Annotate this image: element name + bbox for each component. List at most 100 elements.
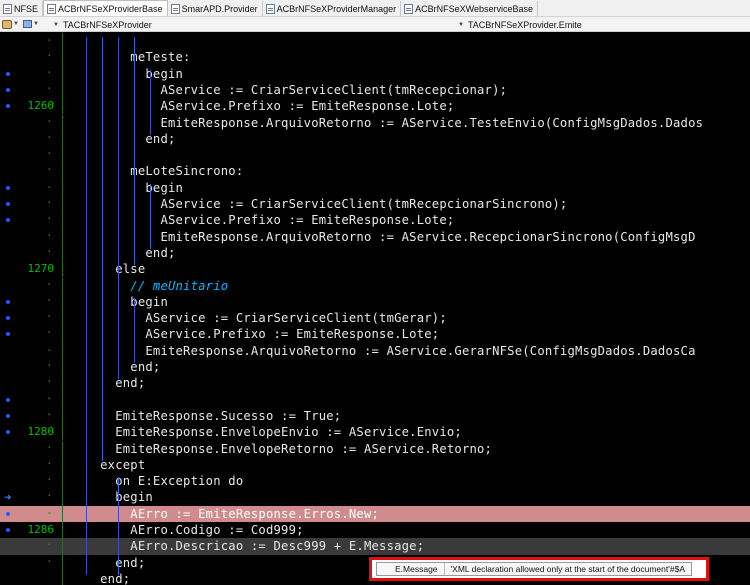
breakpoint-line-dot-icon[interactable] xyxy=(6,413,10,418)
code-text: EmiteResponse.ArquivoRetorno := AService… xyxy=(70,115,704,130)
line-marker: · xyxy=(46,440,53,454)
code-text: EmiteResponse.ArquivoRetorno := AService… xyxy=(70,343,696,358)
line-marker: · xyxy=(46,196,53,209)
code-editor[interactable]: - · meTeste: · begin · AService := CriarSer… xyxy=(0,33,750,585)
code-line[interactable]: · begin xyxy=(0,65,750,82)
code-line[interactable]: 1270 else xyxy=(0,261,750,278)
line-marker: · xyxy=(46,163,53,177)
code-line[interactable]: 1280 EmiteResponse.EnvelopeEnvio := ASer… xyxy=(0,424,750,441)
code-line[interactable]: · xyxy=(0,391,750,408)
code-text: meLoteSincrono: xyxy=(70,164,244,179)
line-marker: · xyxy=(46,277,53,291)
breakpoint-line-dot-icon[interactable] xyxy=(6,316,10,321)
editor-tab[interactable]: NFSE xyxy=(0,1,44,16)
code-line[interactable]: - xyxy=(0,33,750,50)
code-line[interactable]: · end; xyxy=(0,375,750,392)
line-marker: - xyxy=(46,179,53,193)
code-text: except xyxy=(70,457,146,472)
gutter-separator xyxy=(62,407,63,425)
code-line[interactable]: · EmiteResponse.ArquivoRetorno := AServi… xyxy=(0,114,750,131)
breakpoint-line-dot-icon[interactable] xyxy=(6,299,10,304)
code-line[interactable]: · AService := CriarServiceClient(tmRecep… xyxy=(0,81,750,99)
gutter-separator xyxy=(62,473,63,490)
block-structure-guide xyxy=(118,37,119,380)
chevron-down-icon: ▼ xyxy=(13,21,19,27)
editor-tab[interactable]: SmarAPD.Provider xyxy=(168,1,263,16)
editor-tab[interactable]: ACBrNFSeXWebserviceBase xyxy=(401,1,539,16)
code-line[interactable]: · meTeste: xyxy=(0,49,750,66)
code-line[interactable]: · EmiteResponse.EnvelopeRetorno := AServ… xyxy=(0,440,750,457)
code-line[interactable]: · end; xyxy=(0,359,750,376)
class-selector-label: TACBrNFSeXProvider xyxy=(62,19,152,30)
breakpoint-line-dot-icon[interactable] xyxy=(6,511,10,516)
line-marker: · xyxy=(46,212,53,226)
code-line[interactable]: · AErro.Descricao := Desc999 + E.Message… xyxy=(0,538,750,555)
code-line[interactable]: · EmiteResponse.Sucesso := True; xyxy=(0,407,750,425)
breakpoint-line-dot-icon[interactable] xyxy=(6,397,10,402)
line-number: 1286 xyxy=(27,523,55,536)
gutter-separator xyxy=(62,130,63,148)
debug-evaluation-tooltip: E.Message 'XML declaration allowed only … xyxy=(369,557,709,581)
history-icon xyxy=(2,19,12,29)
code-text: AErro := EmiteResponse.Erros.New; xyxy=(70,506,380,521)
breakpoint-line-dot-icon[interactable] xyxy=(6,71,10,76)
code-line[interactable]: · EmiteResponse.ArquivoRetorno := AServi… xyxy=(0,228,750,245)
method-selector[interactable]: ▼ TACBrNFSeXProvider.Emite xyxy=(458,18,748,31)
code-line[interactable]: 1286 AErro.Codigo := Cod999; xyxy=(0,522,750,539)
gutter-separator xyxy=(62,33,63,50)
code-line[interactable]: · on E:Exception do xyxy=(0,473,750,490)
history-dropdown-button[interactable]: ▼ xyxy=(0,18,21,31)
code-text: AService.Prefixo := EmiteResponse.Lote; xyxy=(70,213,455,228)
block-structure-guide xyxy=(150,183,151,249)
code-line[interactable]: - AErro := EmiteResponse.Erros.New; xyxy=(0,505,750,522)
gutter-separator xyxy=(62,49,63,66)
code-line[interactable]: · end; xyxy=(0,130,750,148)
code-line[interactable]: · end; xyxy=(0,244,750,262)
line-marker: - xyxy=(46,342,53,356)
method-selector-label: TACBrNFSeXProvider.Emite xyxy=(467,19,582,30)
breakpoint-line-dot-icon[interactable] xyxy=(6,185,10,190)
code-line[interactable]: · AService.Prefixo := EmiteResponse.Lote… xyxy=(0,212,750,229)
class-selector[interactable]: ▼ TACBrNFSeXProvider xyxy=(53,18,373,31)
tooltip-content: E.Message 'XML declaration allowed only … xyxy=(376,562,692,576)
gutter-separator xyxy=(62,261,63,278)
code-line[interactable]: · except xyxy=(0,456,750,474)
gutter-separator xyxy=(62,570,63,585)
code-line[interactable]: · AService := CriarServiceClient(tmGerar… xyxy=(0,310,750,327)
code-line[interactable]: · meLoteSincrono: xyxy=(0,163,750,180)
code-line[interactable]: · // meUnitario xyxy=(0,277,750,294)
code-line[interactable]: - begin xyxy=(0,179,750,196)
tooltip-value[interactable]: 'XML declaration allowed only at the sta… xyxy=(445,563,691,575)
block-structure-guide xyxy=(134,297,135,363)
code-line[interactable]: · begin xyxy=(0,293,750,311)
gutter-separator xyxy=(62,489,63,506)
code-line[interactable]: 1260 AService.Prefixo := EmiteResponse.L… xyxy=(0,98,750,115)
code-line[interactable]: · AService.Prefixo := EmiteResponse.Lote… xyxy=(0,326,750,343)
breakpoint-line-dot-icon[interactable] xyxy=(6,87,10,92)
editor-tab[interactable]: ACBrNFSeXProviderManager xyxy=(263,1,402,16)
code-line[interactable]: - EmiteResponse.ArquivoRetorno := AServi… xyxy=(0,342,750,359)
breakpoint-line-dot-icon[interactable] xyxy=(6,332,10,337)
gutter-separator xyxy=(62,228,63,245)
gutter-separator xyxy=(62,163,63,180)
breakpoint-line-dot-icon[interactable] xyxy=(6,218,10,223)
code-text: on E:Exception do xyxy=(70,474,244,489)
code-text: end; xyxy=(70,360,161,374)
code-line[interactable]: · AService := CriarServiceClient(tmRecep… xyxy=(0,196,750,213)
line-marker: · xyxy=(46,554,53,568)
code-text: end; xyxy=(70,376,146,391)
code-line[interactable]: · xyxy=(0,147,750,164)
breakpoint-line-dot-icon[interactable] xyxy=(6,202,10,206)
chevron-down-icon: ▼ xyxy=(32,21,39,27)
line-marker: · xyxy=(46,130,53,144)
bookmark-dropdown-button[interactable]: ▼ xyxy=(21,18,41,31)
gutter-separator xyxy=(62,538,63,555)
code-line[interactable]: ➜ · begin xyxy=(0,489,750,506)
unit-file-icon xyxy=(3,3,12,14)
editor-tab-label: SmarAPD.Provider xyxy=(181,3,258,14)
editor-tab[interactable]: ACBrNFSeXProviderBase xyxy=(43,0,168,16)
line-marker: · xyxy=(46,65,53,79)
gutter-separator xyxy=(62,375,63,392)
gutter-separator xyxy=(62,342,63,359)
gutter-separator xyxy=(62,244,63,262)
